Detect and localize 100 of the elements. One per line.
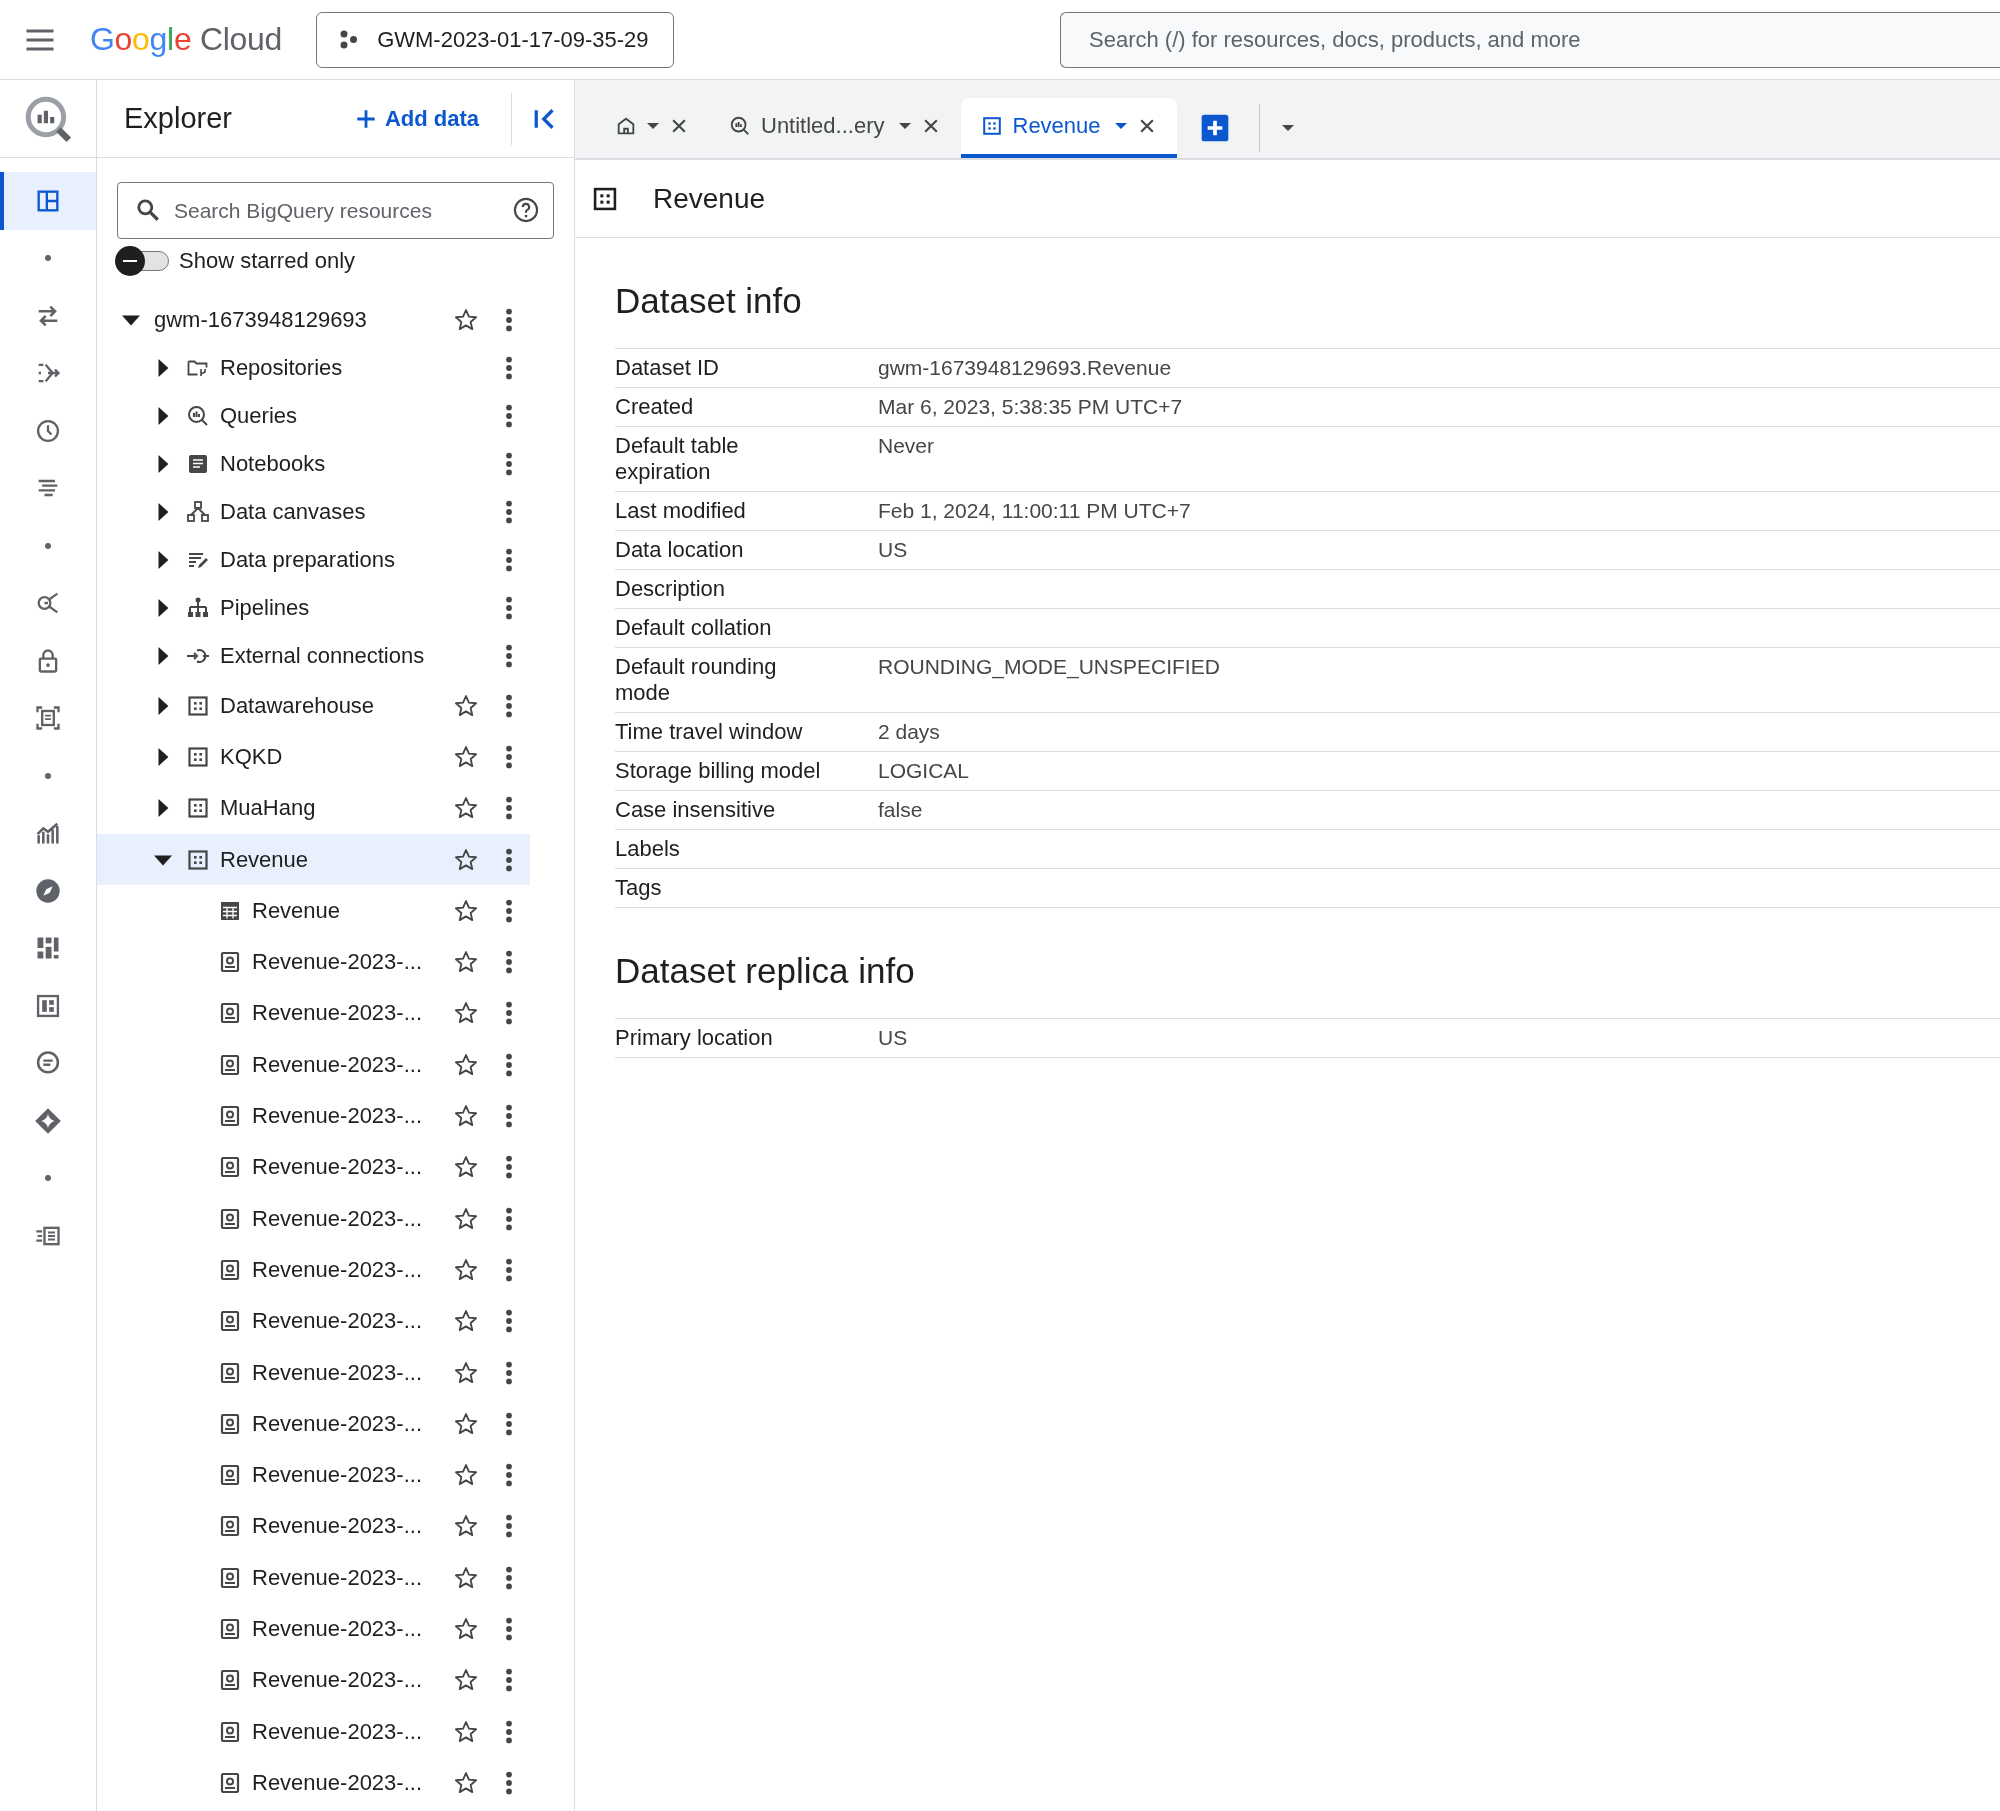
field-label: Data location xyxy=(615,537,745,563)
tree-item[interactable]: Datawarehouse xyxy=(97,680,530,732)
tree-item[interactable]: Revenue-2023-... xyxy=(97,1654,530,1706)
tree-item[interactable]: Revenue xyxy=(97,833,530,886)
more-options-icon[interactable] xyxy=(505,1719,513,1744)
star-icon[interactable] xyxy=(453,1410,479,1437)
more-options-icon[interactable] xyxy=(505,1514,513,1539)
dot-icon xyxy=(45,1175,51,1182)
more-options-icon[interactable] xyxy=(505,548,513,572)
tree-item[interactable]: Queries xyxy=(97,392,530,440)
tree-item[interactable]: Data canvases xyxy=(97,488,530,536)
tree-item[interactable]: Revenue-2023-... xyxy=(97,1039,530,1091)
tree-item[interactable]: gwm-1673948129693 xyxy=(97,296,530,344)
field-value: false xyxy=(878,797,923,823)
tree-item[interactable]: Revenue-2023-... xyxy=(97,987,530,1040)
nav-item[interactable] xyxy=(0,172,96,230)
more-options-icon[interactable] xyxy=(505,898,513,923)
more-options-icon[interactable] xyxy=(505,452,513,476)
caret-icon xyxy=(898,122,911,130)
tree-item[interactable]: Revenue-2023-... xyxy=(97,1449,530,1501)
star-icon[interactable] xyxy=(453,1051,479,1078)
more-options-icon[interactable] xyxy=(505,1052,513,1077)
star-icon[interactable] xyxy=(453,307,479,333)
search-icon xyxy=(135,197,161,223)
star-icon[interactable] xyxy=(453,1718,479,1745)
tree-item[interactable]: Repositories xyxy=(97,344,530,392)
tree-item[interactable]: Revenue-2023-... xyxy=(97,1603,530,1655)
more-options-icon[interactable] xyxy=(505,356,513,380)
grid-square-icon xyxy=(186,744,210,769)
tree-item[interactable]: Revenue-2023-... xyxy=(97,1295,530,1347)
field-label: Primary location xyxy=(615,1025,774,1051)
star-icon[interactable] xyxy=(453,692,479,719)
tree-item[interactable]: Revenue-2023-... xyxy=(97,1192,530,1245)
tree-item[interactable]: Revenue-2023-... xyxy=(97,1244,530,1296)
more-options-icon[interactable] xyxy=(505,500,513,524)
more-options-icon[interactable] xyxy=(505,1155,513,1180)
tree-item[interactable]: External connections xyxy=(97,632,530,680)
field-value: Feb 1, 2024, 11:00:11 PM UTC+7 xyxy=(878,498,1191,524)
tree-item[interactable]: MuaHang xyxy=(97,782,530,834)
tree-item[interactable]: Revenue-2023-... xyxy=(97,1346,530,1399)
more-options-icon[interactable] xyxy=(505,744,513,769)
toggle-switch[interactable] xyxy=(115,246,171,276)
star-icon[interactable] xyxy=(453,1103,479,1129)
google-cloud-logo[interactable]: Google Cloud xyxy=(90,21,283,58)
tab[interactable]: Untitled...ery xyxy=(709,98,961,158)
more-options-icon[interactable] xyxy=(505,796,513,821)
more-options-icon[interactable] xyxy=(505,950,513,975)
more-options-icon[interactable] xyxy=(505,1770,513,1795)
field-label: Created xyxy=(615,394,695,420)
more-options-icon[interactable] xyxy=(505,1617,513,1641)
add-data-button[interactable]: Add data xyxy=(346,96,485,141)
more-options-icon[interactable] xyxy=(505,1463,513,1488)
star-icon[interactable] xyxy=(453,1769,479,1796)
tree-item[interactable]: Revenue-2023-... xyxy=(97,1090,530,1142)
tree-item[interactable]: Notebooks xyxy=(97,440,530,488)
more-options-icon[interactable] xyxy=(505,1104,513,1128)
search-field[interactable]: Search (/) for resources, docs, products, and more xyxy=(1060,11,2000,68)
more-options-icon[interactable] xyxy=(505,1411,513,1436)
field-label: Labels xyxy=(615,836,681,862)
more-options-icon[interactable] xyxy=(505,1206,513,1231)
field-value: US xyxy=(878,537,908,563)
tree-item[interactable]: Revenue-2023-... xyxy=(97,1757,530,1809)
more-options-icon[interactable] xyxy=(505,1257,513,1282)
star-icon[interactable] xyxy=(453,1205,479,1232)
more-options-icon[interactable] xyxy=(505,1360,513,1385)
star-icon[interactable] xyxy=(453,1616,479,1642)
more-options-icon[interactable] xyxy=(505,596,513,620)
field-label: Last modified xyxy=(615,498,747,524)
tree-item[interactable]: Revenue-2023-... xyxy=(97,1705,530,1758)
more-options-icon[interactable] xyxy=(505,1309,513,1334)
more-options-icon[interactable] xyxy=(505,1001,513,1026)
tree-item[interactable]: Revenue-2023-... xyxy=(97,1141,530,1193)
more-options-icon[interactable] xyxy=(505,1565,513,1590)
more-options-icon[interactable] xyxy=(505,404,513,428)
more-options-icon[interactable] xyxy=(505,693,513,718)
more-options-icon[interactable] xyxy=(505,308,513,332)
tree-item[interactable]: Revenue-2023-... xyxy=(97,936,530,988)
toggle-label: Show starred only xyxy=(179,248,356,274)
tree-item[interactable]: Revenue-2023-... xyxy=(97,1500,530,1553)
dot-icon xyxy=(45,772,51,779)
star-icon[interactable] xyxy=(453,846,479,873)
tree-item[interactable]: Data preparations xyxy=(97,536,530,584)
star-icon[interactable] xyxy=(453,743,479,770)
tab[interactable]: Revenue xyxy=(960,98,1177,158)
star-icon[interactable] xyxy=(453,1564,479,1591)
tree-item[interactable]: KQKD xyxy=(97,731,530,783)
more-options-icon[interactable] xyxy=(505,644,513,668)
star-icon[interactable] xyxy=(453,1256,479,1283)
star-icon[interactable] xyxy=(453,897,479,924)
tree-item[interactable]: Revenue xyxy=(97,885,530,937)
tree-item[interactable]: Revenue-2023-... xyxy=(97,1398,530,1450)
help-icon[interactable] xyxy=(512,196,540,224)
project-picker[interactable]: GWM-2023-01-17-09-35-29 xyxy=(316,11,674,68)
tree-item[interactable]: Revenue-2023-... xyxy=(97,1552,530,1604)
tree-item[interactable]: Pipelines xyxy=(97,584,530,632)
more-options-icon[interactable] xyxy=(505,847,513,872)
star-icon[interactable] xyxy=(453,1359,479,1386)
field-label: Description xyxy=(615,576,727,602)
more-options-icon[interactable] xyxy=(505,1668,513,1693)
search-field[interactable]: Search BigQuery resources xyxy=(117,182,554,239)
